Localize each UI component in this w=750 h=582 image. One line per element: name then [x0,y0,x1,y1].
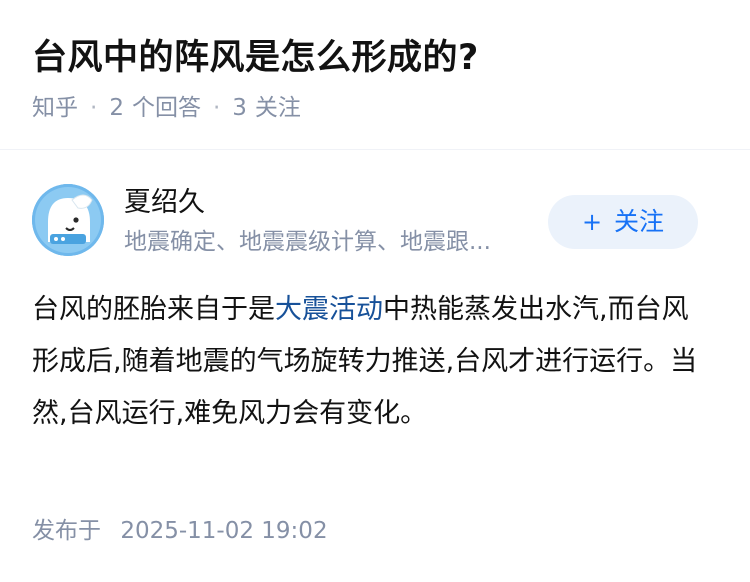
follow-button[interactable]: + 关注 [548,195,698,249]
answer-topic-link[interactable]: 大震活动 [275,294,383,325]
answer-count-label[interactable]: 个回答 [132,92,201,124]
question-title[interactable]: 台风中的阵风是怎么形成的? [32,34,718,82]
avatar-image [32,184,104,256]
avatar[interactable] [32,184,104,256]
answer-text-before: 台风的胚胎来自于是 [32,294,275,325]
answer-count: 2 [109,95,124,121]
meta-separator: · [90,95,98,121]
author-row: 夏绍久 地震确定、地震震级计算、地震跟... + 关注 [0,150,750,270]
meta-separator: · [212,95,221,121]
publish-time: 2025-11-02 19:02 [120,518,328,544]
plus-icon: + [581,208,603,236]
follower-count: 3 [232,95,247,121]
follower-count-label: 关注 [254,95,301,121]
question-meta: 知乎 · 2 个回答 · 3 关注 [32,92,718,124]
question-header: 台风中的阵风是怎么形成的? 知乎 · 2 个回答 · 3 关注 [0,0,750,121]
author-name[interactable]: 夏绍久 [124,184,205,222]
publish-info: 发布于 2025-11-02 19:02 [32,514,328,548]
answer-page: 台风中的阵风是怎么形成的? 知乎 · 2 个回答 · 3 关注 夏绍久 地震确定… [0,0,750,582]
answer-content: 台风的胚胎来自于是大震活动中热能蒸发出水汽,而台风形成后,随着地震的气场旋转力推… [32,284,702,440]
follow-button-label: 关注 [614,207,665,236]
source-label: 知乎 [32,95,78,121]
publish-label: 发布于 [32,518,101,544]
author-bio: 地震确定、地震震级计算、地震跟... [124,229,491,255]
